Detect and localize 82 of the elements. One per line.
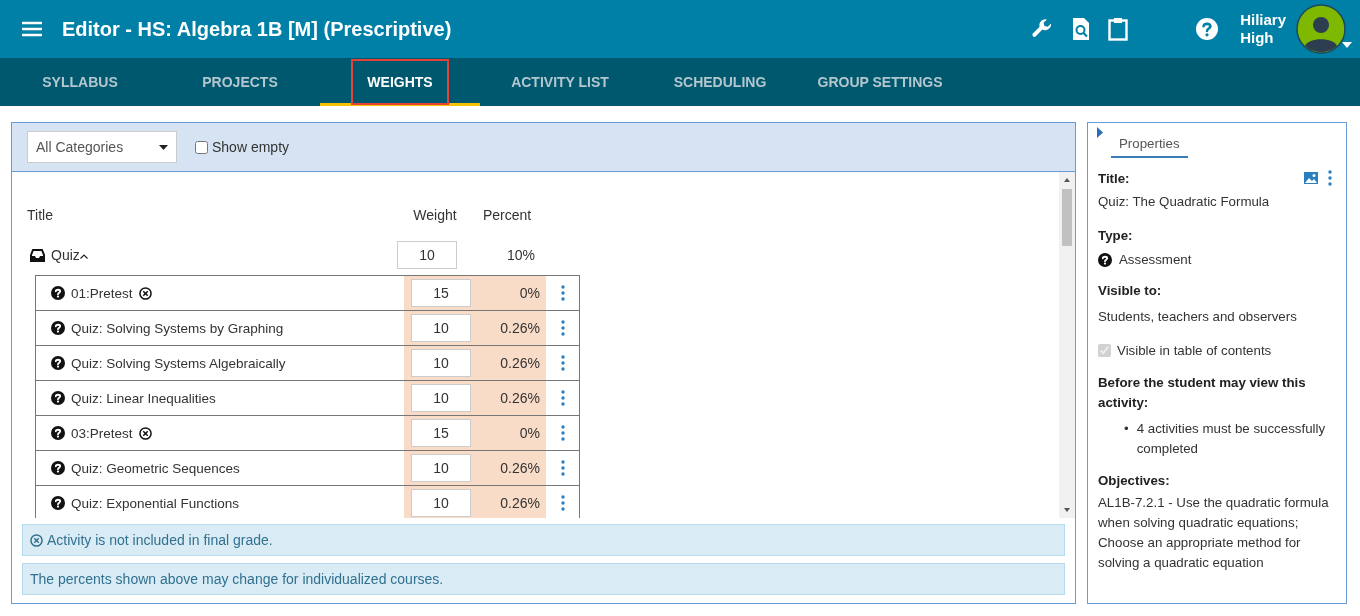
percent-text: 0.26% bbox=[500, 495, 540, 511]
field-value: Assessment bbox=[1119, 252, 1192, 267]
expand-triangle-icon[interactable] bbox=[1097, 127, 1103, 138]
tab[interactable]: ACTIVITY LIST bbox=[480, 58, 640, 106]
percent-text: 10% bbox=[505, 247, 536, 263]
activity-title[interactable]: Quiz: Geometric Sequences bbox=[71, 460, 240, 476]
category-title[interactable]: Quiz bbox=[51, 247, 80, 263]
percent-text: 0.26% bbox=[500, 390, 540, 406]
activity-title[interactable]: 03:Pretest bbox=[71, 425, 133, 441]
question-icon bbox=[51, 496, 65, 510]
activity-title[interactable]: Quiz: Linear Inequalities bbox=[71, 390, 216, 406]
column-header: Title bbox=[27, 207, 54, 223]
percent-text: 0.26% bbox=[500, 320, 540, 336]
properties-tab[interactable]: Properties bbox=[1111, 134, 1188, 158]
question-icon bbox=[51, 461, 65, 475]
more-options-icon[interactable] bbox=[560, 390, 565, 406]
weight-input[interactable]: 10 bbox=[411, 314, 471, 342]
weight-input[interactable]: 10 bbox=[411, 489, 471, 517]
weight-input[interactable]: 10 bbox=[411, 454, 471, 482]
activity-title[interactable]: Quiz: Exponential Functions bbox=[71, 495, 240, 511]
document-search-icon[interactable] bbox=[1072, 18, 1091, 40]
percent-text: 0.26% bbox=[500, 355, 540, 371]
question-icon bbox=[1098, 252, 1112, 267]
note-text: The percents shown above may change for individualized courses. bbox=[30, 571, 444, 587]
question-icon bbox=[51, 286, 65, 300]
field-label: Before the student may view this activity: bbox=[1098, 374, 1307, 412]
weight-input[interactable]: 15 bbox=[411, 279, 471, 307]
weight-input[interactable]: 10 bbox=[397, 241, 457, 269]
tab[interactable]: GROUP SETTINGS bbox=[800, 58, 960, 106]
caret-down-icon bbox=[159, 144, 168, 150]
user-name: Hiliary High bbox=[1240, 11, 1286, 47]
question-icon bbox=[51, 391, 65, 405]
bullet: • bbox=[1124, 420, 1129, 438]
excluded-icon bbox=[138, 426, 152, 440]
percent-text: 0.26% bbox=[500, 460, 540, 476]
checkbox-label: Visible in table of contents bbox=[1117, 343, 1272, 358]
field-value: Quiz: The Quadratic Formula bbox=[1098, 193, 1271, 211]
excluded-icon bbox=[138, 286, 152, 300]
more-options-icon[interactable] bbox=[560, 355, 565, 371]
question-icon bbox=[51, 356, 65, 370]
more-options-icon[interactable] bbox=[560, 285, 565, 301]
caret-up-icon[interactable] bbox=[79, 254, 88, 259]
activity-title[interactable]: Quiz: Solving Systems Algebraically bbox=[71, 355, 286, 371]
activity-title[interactable]: 01:Pretest bbox=[71, 285, 133, 301]
question-icon bbox=[51, 321, 65, 335]
tab[interactable]: SCHEDULING bbox=[640, 58, 800, 106]
prerequisite-item: 4 activities must be successfully completed bbox=[1136, 420, 1327, 458]
avatar-icon[interactable] bbox=[1296, 4, 1346, 54]
more-options-icon[interactable] bbox=[560, 460, 565, 476]
inbox-icon bbox=[30, 248, 45, 262]
percent-text: 0% bbox=[519, 285, 540, 301]
weight-input[interactable]: 10 bbox=[411, 349, 471, 377]
more-options-icon[interactable] bbox=[560, 425, 565, 441]
weight-input[interactable]: 15 bbox=[411, 419, 471, 447]
field-label: Objectives: bbox=[1098, 473, 1171, 488]
question-icon bbox=[51, 426, 65, 440]
column-header: Percent bbox=[481, 207, 533, 223]
field-value: Students, teachers and observers bbox=[1098, 308, 1298, 326]
tab[interactable]: PROJECTS bbox=[160, 58, 320, 106]
caret-down-icon[interactable] bbox=[1342, 42, 1352, 48]
image-icon[interactable] bbox=[1304, 172, 1318, 184]
more-options-icon[interactable] bbox=[560, 495, 565, 511]
help-icon[interactable] bbox=[1196, 18, 1219, 40]
tab[interactable]: SYLLABUS bbox=[0, 58, 160, 106]
field-value: AL1B-7.2.1 - Use the quadratic formula when solving quadratic equations; Choose an appropriate method for solving a quadratic equation bbox=[1098, 494, 1330, 572]
page-title: Editor - HS: Algebra 1B [M] (Prescriptive) bbox=[62, 17, 453, 41]
activity-title[interactable]: Quiz: Solving Systems by Graphing bbox=[71, 320, 284, 336]
field-label: Type: bbox=[1098, 228, 1134, 243]
checkbox-label: Show empty bbox=[212, 139, 290, 155]
menu-icon[interactable] bbox=[22, 21, 42, 37]
field-label: Title: bbox=[1098, 170, 1130, 186]
more-options-icon[interactable] bbox=[1328, 170, 1332, 186]
excluded-icon bbox=[30, 533, 43, 547]
percent-text: 0% bbox=[519, 425, 540, 441]
category-select[interactable]: All Categories bbox=[27, 131, 177, 163]
column-header: Weight bbox=[412, 207, 458, 223]
note-text: Activity is not included in final grade. bbox=[47, 532, 273, 548]
clipboard-icon[interactable] bbox=[1108, 17, 1129, 41]
show-empty-checkbox[interactable] bbox=[195, 140, 208, 154]
weight-input[interactable]: 10 bbox=[411, 384, 471, 412]
more-options-icon[interactable] bbox=[560, 320, 565, 336]
field-label: Visible to: bbox=[1098, 283, 1163, 298]
